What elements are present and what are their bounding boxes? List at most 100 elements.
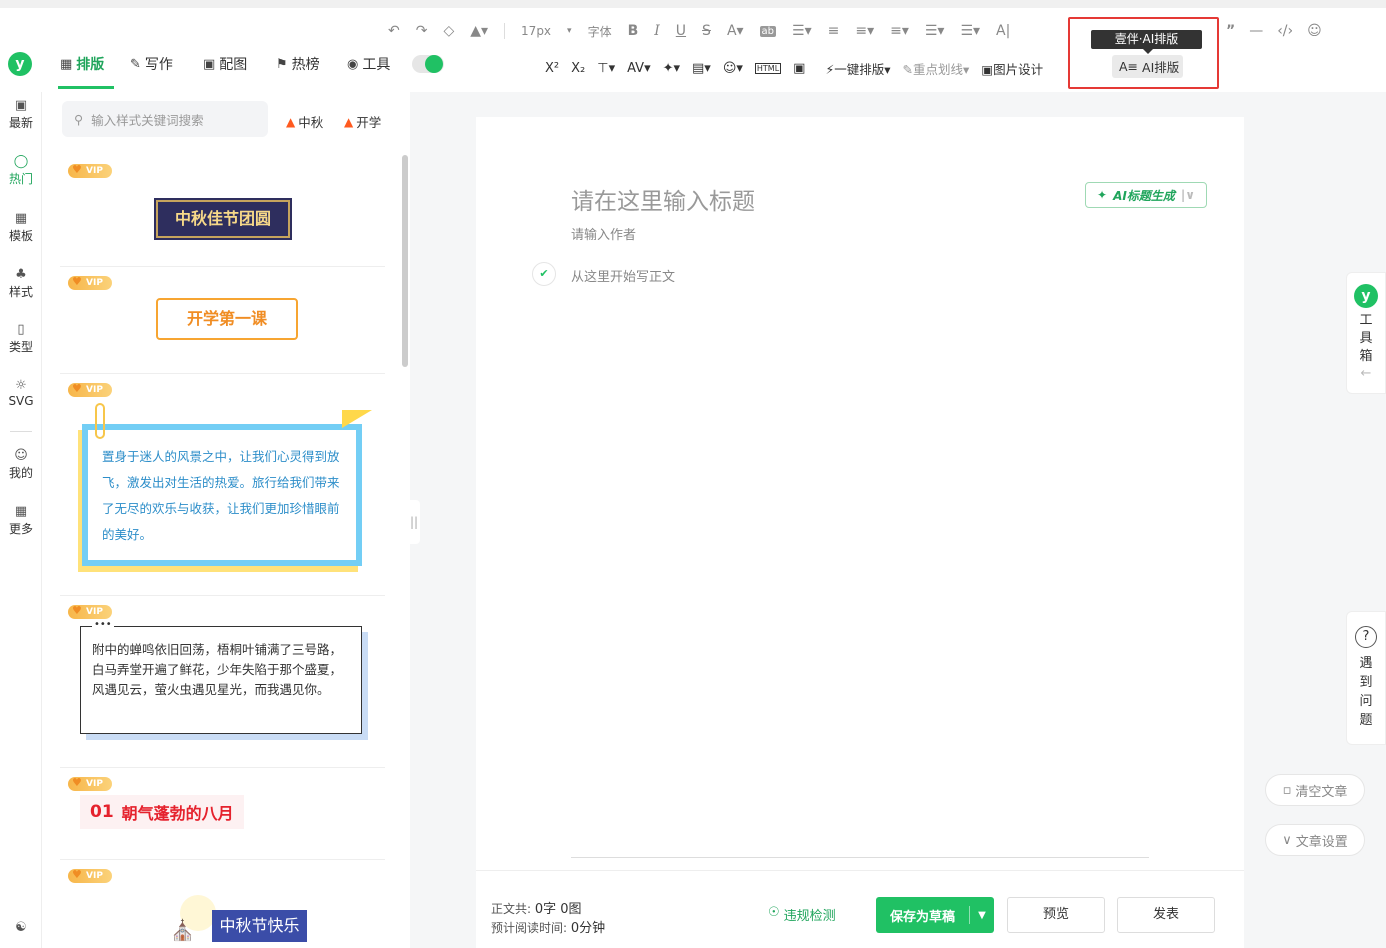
image-icon: ▣	[203, 56, 216, 72]
align-icon[interactable]: ☰▾	[792, 23, 812, 39]
vip-badge: VIP	[68, 382, 112, 397]
quote-icon[interactable]: ”	[1226, 23, 1235, 39]
chevron-down-icon: ▾	[567, 26, 572, 36]
line-height-icon[interactable]: ≡▾	[890, 23, 909, 39]
text-direction-icon[interactable]: A|	[996, 23, 1010, 39]
chevron-down-icon[interactable]: ▼	[970, 910, 994, 921]
app-logo[interactable]: y	[8, 52, 32, 76]
lightning-icon: ⚡	[825, 61, 835, 77]
horizontal-rule-icon[interactable]: —	[1249, 23, 1263, 39]
tab-writing[interactable]: ✎ 写作	[130, 54, 173, 74]
highlight-underline-button[interactable]: ✎重点划线▾	[903, 59, 970, 78]
style-search[interactable]: ⚲ 输入样式关键词搜索	[62, 101, 268, 137]
html-icon[interactable]: HTML	[754, 62, 782, 74]
paperclip-icon	[95, 403, 105, 439]
emoji-icon[interactable]: ☺	[1307, 23, 1322, 39]
card-divider	[60, 373, 385, 374]
preview-button[interactable]: 预览	[1007, 897, 1105, 933]
word-count: 正文共: 0字 0图	[491, 902, 582, 917]
toolbox-panel[interactable]: y 工具箱 ←	[1346, 272, 1386, 394]
underline-icon[interactable]: U	[676, 23, 686, 39]
author-input[interactable]: 请输入作者	[571, 224, 636, 243]
style-card-summer[interactable]: 附中的蝉鸣依旧回荡，梧桐叶铺满了三号路，白马弄堂开遍了鲜花，少年失陷于那个盛夏，…	[80, 626, 362, 734]
flame-icon: ▲	[344, 114, 354, 129]
nav-svg[interactable]: ☼ SVG	[0, 378, 42, 408]
bold-icon[interactable]: B	[628, 23, 639, 39]
style-card-august[interactable]: 01 朝气蓬勃的八月	[80, 795, 244, 829]
hot-tag-mid-autumn[interactable]: ▲ 中秋	[286, 112, 323, 131]
divider	[504, 23, 506, 39]
panel-scrollbar[interactable]	[402, 155, 408, 367]
italic-icon[interactable]: I	[654, 23, 660, 39]
vip-badge: VIP	[68, 776, 112, 791]
magic-wand-icon[interactable]: ✦▾	[663, 61, 680, 76]
nav-latest[interactable]: ▣ 最新	[0, 98, 42, 131]
letter-spacing-icon[interactable]: AV▾	[627, 61, 650, 76]
outdent-icon[interactable]: ≡▾	[855, 23, 874, 39]
strikethrough-icon[interactable]: S	[702, 23, 711, 39]
text-indent-icon[interactable]: ⊤▾	[597, 61, 615, 76]
ai-title-button[interactable]: ✦ AI标题生成 |∨	[1085, 182, 1207, 208]
card-divider	[60, 859, 385, 860]
tab-tools[interactable]: ◉ 工具	[347, 54, 390, 74]
font-color-icon[interactable]: A▾	[727, 23, 744, 39]
superscript-icon[interactable]: X²	[545, 61, 559, 76]
question-icon: ?	[1355, 626, 1377, 648]
clear-article-button[interactable]: ▫ 清空文章	[1265, 774, 1365, 806]
redo-icon[interactable]: ↷	[416, 23, 428, 39]
title-input[interactable]: 请在这里输入标题	[571, 182, 755, 216]
layout-icon: ▦	[60, 56, 73, 72]
mode-toggle[interactable]	[412, 55, 444, 73]
style-card-travel[interactable]: 置身于迷人的风景之中，让我们心灵得到放飞，激发出对生活的热爱。旅行给我们带来了无…	[82, 424, 362, 566]
toolbox-label: 工具箱	[1359, 313, 1373, 364]
indent-icon[interactable]: ≡	[828, 23, 840, 39]
nav-type[interactable]: ▯ 类型	[0, 322, 42, 355]
eraser-icon[interactable]: ◇	[443, 23, 454, 39]
panel-collapse-handle[interactable]: ||	[408, 500, 420, 544]
ai-write-icon[interactable]: ✔	[532, 262, 556, 286]
nav-hot[interactable]: ◯ 热门	[0, 154, 42, 187]
nav-mine[interactable]: ☺ 我的	[0, 448, 42, 481]
body-input[interactable]: 从这里开始写正文	[571, 266, 675, 285]
help-panel[interactable]: ? 遇到问题	[1346, 611, 1386, 745]
list-icon[interactable]: ☰▾	[960, 23, 980, 39]
chevron-down-icon: |∨	[1180, 188, 1195, 202]
nav-template[interactable]: ▦ 模板	[0, 211, 42, 244]
nav-more[interactable]: ▦ 更多	[0, 504, 42, 537]
hot-tag-school[interactable]: ▲ 开学	[344, 112, 381, 131]
image-design-button[interactable]: ▣图片设计	[981, 59, 1043, 78]
save-draft-button[interactable]: 保存为草稿 ▼	[876, 897, 994, 933]
paragraph-spacing-icon[interactable]: ☰▾	[925, 23, 945, 39]
briefcase-icon[interactable]: ▣	[793, 61, 805, 76]
tab-images[interactable]: ▣ 配图	[203, 54, 247, 74]
vip-badge: VIP	[68, 604, 112, 619]
font-family-select[interactable]: 字体	[588, 23, 612, 40]
style-card-first-lesson[interactable]: 开学第一课	[156, 298, 298, 340]
vip-badge: VIP	[68, 163, 112, 178]
shield-icon: ☉	[768, 905, 780, 920]
style-card-mid-autumn[interactable]: 中秋佳节团圆	[156, 200, 290, 238]
violation-check-button[interactable]: ☉ 违规检测	[768, 905, 836, 924]
undo-icon[interactable]: ↶	[388, 23, 400, 39]
picture-icon: ▣	[981, 61, 994, 77]
article-settings-button[interactable]: ∨ 文章设置	[1265, 824, 1365, 856]
tab-layout[interactable]: ▦ 排版	[60, 54, 104, 74]
font-size-select[interactable]: 17px	[521, 24, 551, 38]
read-time: 预计阅读时间: 0分钟	[491, 921, 606, 936]
style-card-festival[interactable]: 中秋节快乐	[212, 910, 307, 942]
headset-icon[interactable]: ☯	[0, 920, 42, 936]
one-click-layout-button[interactable]: ⚡一键排版▾	[825, 59, 890, 78]
chart-icon[interactable]: ▤▾	[692, 61, 711, 76]
format-painter-icon[interactable]: ▲▾	[470, 23, 488, 39]
nav-style[interactable]: ♣ 样式	[0, 267, 42, 300]
tab-hot[interactable]: ⚑ 热榜	[276, 54, 320, 74]
vip-badge: VIP	[68, 868, 112, 883]
highlight-color-icon[interactable]: ab	[759, 25, 777, 37]
vip-badge: VIP	[68, 275, 112, 290]
tooltip: 壹伴·AI排版	[1091, 30, 1202, 54]
emoji-face-icon[interactable]: ☺▾	[723, 61, 743, 76]
code-icon[interactable]: ‹/›	[1277, 23, 1293, 39]
publish-button[interactable]: 发表	[1117, 897, 1215, 933]
subscript-icon[interactable]: X₂	[571, 61, 585, 76]
user-icon: ☺	[14, 448, 28, 463]
